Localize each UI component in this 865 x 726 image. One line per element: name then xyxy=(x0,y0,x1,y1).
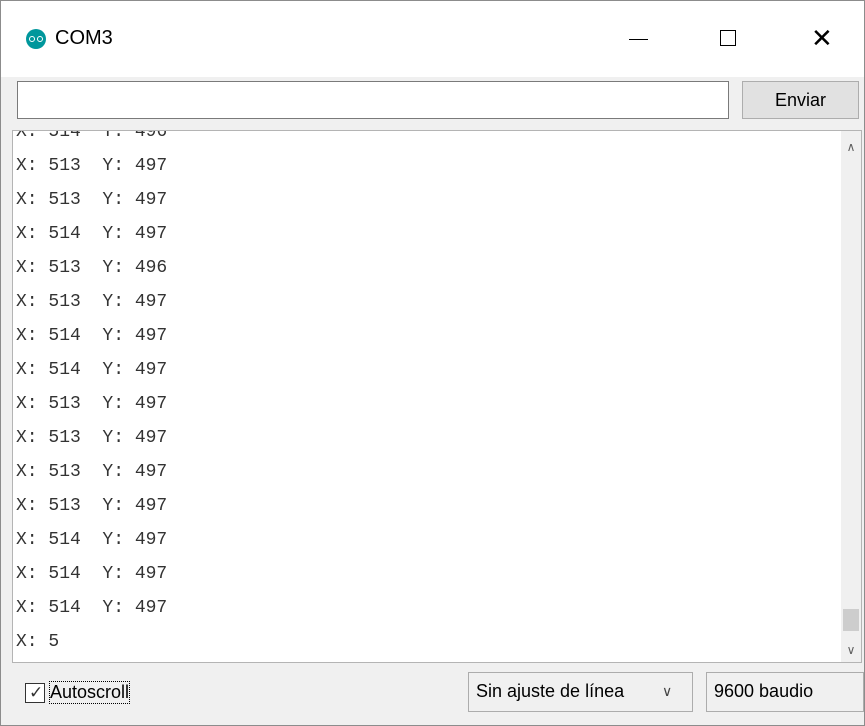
arduino-icon xyxy=(26,29,46,49)
output-line: X: 514 Y: 497 xyxy=(16,224,168,244)
serial-output[interactable]: X: 514 Y: 496 X: 513 Y: 497 X: 513 Y: 497 X… xyxy=(12,130,862,663)
output-line: X: 513 Y: 497 xyxy=(16,394,168,414)
output-line: X: 513 Y: 497 xyxy=(16,156,168,176)
output-line: X: 514 Y: 497 xyxy=(16,530,168,550)
serial-input[interactable] xyxy=(17,81,729,119)
chevron-down-icon: ∨ xyxy=(662,683,673,699)
title-bar[interactable]: COM3 ✕ xyxy=(1,1,864,77)
baud-rate-select[interactable]: 9600 baudio xyxy=(706,672,864,712)
minimize-icon xyxy=(629,39,648,40)
output-line: X: 514 Y: 497 xyxy=(16,360,168,380)
output-line: X: 5 xyxy=(16,632,60,652)
autoscroll-checkbox[interactable]: ✓ xyxy=(25,683,45,703)
output-line: X: 513 Y: 497 xyxy=(16,428,168,448)
output-line: X: 513 Y: 497 xyxy=(16,190,168,210)
chevron-up-icon[interactable]: ∧ xyxy=(841,137,861,157)
checkmark-icon: ✓ xyxy=(29,683,44,702)
close-button[interactable]: ✕ xyxy=(775,1,865,77)
send-button[interactable]: Enviar xyxy=(742,81,859,119)
line-ending-select[interactable]: Sin ajuste de línea ∨ xyxy=(468,672,693,712)
output-line: X: 513 Y: 497 xyxy=(16,292,168,312)
output-line: X: 514 Y: 497 xyxy=(16,598,168,618)
baud-rate-value: 9600 baudio xyxy=(714,681,814,701)
autoscroll-label[interactable]: Autoscroll xyxy=(48,681,131,704)
window-title: COM3 xyxy=(55,27,113,49)
serial-monitor-window: COM3 ✕ Enviar X: 514 Y: 496 X: 513 Y: 497… xyxy=(0,0,865,726)
chevron-down-icon[interactable]: ∨ xyxy=(841,640,861,660)
maximize-icon xyxy=(720,30,736,46)
scroll-thumb[interactable] xyxy=(843,609,859,631)
output-line: X: 514 Y: 496 xyxy=(16,130,168,142)
output-line: X: 513 Y: 497 xyxy=(16,462,168,482)
output-line: X: 513 Y: 497 xyxy=(16,496,168,516)
output-line: X: 514 Y: 497 xyxy=(16,326,168,346)
close-icon: ✕ xyxy=(811,23,833,53)
line-ending-value: Sin ajuste de línea xyxy=(476,681,625,701)
minimize-button[interactable] xyxy=(591,1,683,77)
bottom-bar: ✓ Autoscroll Sin ajuste de línea ∨ 9600 … xyxy=(1,663,864,725)
send-row: Enviar xyxy=(1,77,864,132)
vertical-scrollbar[interactable]: ∧ ∨ xyxy=(841,131,861,662)
output-line: X: 514 Y: 497 xyxy=(16,564,168,584)
output-lines: X: 514 Y: 496 X: 513 Y: 497 X: 513 Y: 497 X… xyxy=(16,130,168,659)
output-line: X: 513 Y: 496 xyxy=(16,258,168,278)
maximize-button[interactable] xyxy=(683,1,775,77)
